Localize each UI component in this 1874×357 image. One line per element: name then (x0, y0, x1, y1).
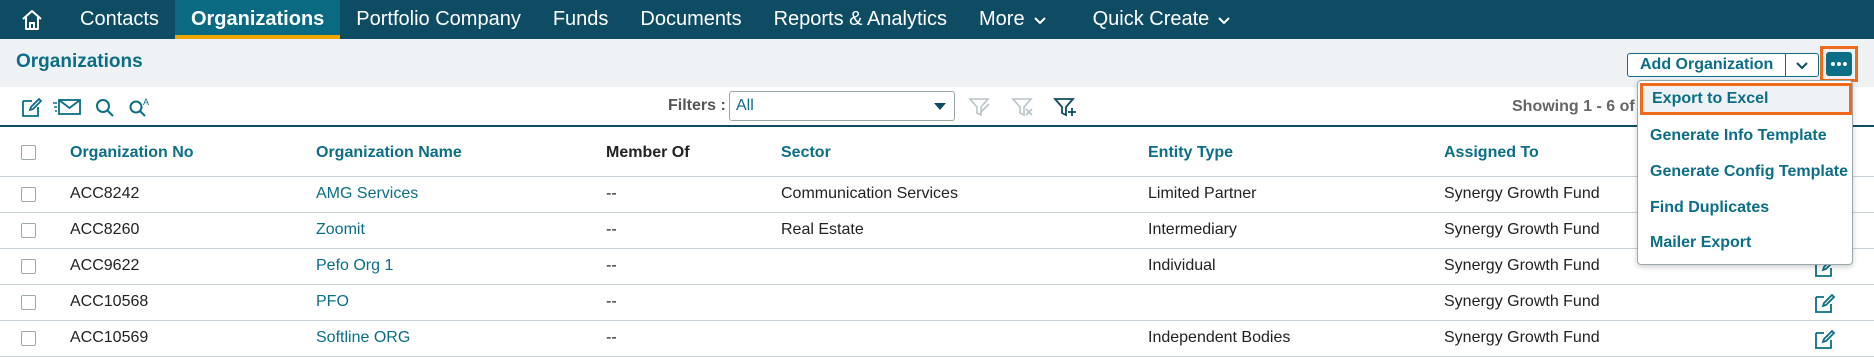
more-options-icon (1826, 52, 1852, 76)
organization-name-link[interactable]: Pefo Org 1 (316, 257, 393, 275)
email-list-icon[interactable] (52, 96, 82, 118)
nav-item-funds[interactable]: Funds (537, 0, 625, 39)
row-checkbox[interactable] (21, 223, 36, 238)
clear-filter-icon[interactable] (1011, 96, 1035, 118)
nav-item-reports-analytics[interactable]: Reports & Analytics (758, 0, 963, 39)
member-of: -- (606, 257, 617, 274)
add-organization-button-group: Add Organization (1627, 53, 1820, 77)
assigned-to: Synergy Growth Fund (1444, 185, 1600, 202)
organization-no: ACC10568 (70, 293, 149, 310)
list-toolbar: A Filters : All Showing 1 - 6 of 6 (0, 87, 1874, 127)
assigned-to: Synergy Growth Fund (1444, 257, 1600, 274)
add-filter-icon[interactable] (1053, 96, 1077, 118)
home-icon (22, 9, 42, 30)
table-header: Organization No Organization Name Member… (0, 129, 1874, 177)
nav-item-portfolio-company[interactable]: Portfolio Company (340, 0, 537, 39)
column-header-assigned-to[interactable]: Assigned To (1444, 144, 1539, 162)
member-of: -- (606, 221, 617, 238)
column-header-sector[interactable]: Sector (781, 144, 831, 162)
menu-item-export-to-excel[interactable]: Export to Excel (1640, 83, 1852, 115)
column-header-organization-name[interactable]: Organization Name (316, 144, 462, 162)
page-title: Organizations (16, 51, 143, 72)
column-header-entity-type[interactable]: Entity Type (1148, 144, 1233, 162)
svg-text:A: A (143, 97, 149, 107)
organization-no: ACC9622 (70, 257, 140, 274)
organization-name-link[interactable]: Softline ORG (316, 329, 410, 347)
edit-icon[interactable] (1813, 327, 1837, 351)
sector: Real Estate (781, 221, 864, 238)
edit-icon[interactable] (1813, 291, 1837, 315)
advanced-search-icon[interactable]: A (127, 96, 151, 118)
organization-no: ACC10569 (70, 329, 149, 346)
row-checkbox[interactable] (21, 331, 36, 346)
page-header: Organizations Add Organization (0, 39, 1874, 87)
nav-item-documents[interactable]: Documents (624, 0, 757, 39)
chevron-down-icon (1796, 62, 1809, 70)
menu-item-mailer-export[interactable]: Mailer Export (1638, 227, 1852, 259)
table-row: ACC8242 AMG Services -- Communication Se… (0, 177, 1874, 213)
add-organization-button[interactable]: Add Organization (1628, 54, 1787, 76)
nav-item-quick-create[interactable]: Quick Create (1077, 0, 1248, 39)
add-organization-dropdown-button[interactable] (1786, 54, 1818, 76)
organization-name-link[interactable]: PFO (316, 293, 349, 311)
menu-item-generate-info-template[interactable]: Generate Info Template (1638, 120, 1852, 152)
entity-type: Individual (1148, 257, 1216, 274)
table-row: ACC10569 Softline ORG -- Independent Bod… (0, 321, 1874, 357)
organization-no: ACC8242 (70, 185, 140, 202)
table-row: ACC9622 Pefo Org 1 -- Individual Synergy… (0, 249, 1874, 285)
menu-item-find-duplicates[interactable]: Find Duplicates (1638, 192, 1852, 224)
row-checkbox[interactable] (21, 295, 36, 310)
table-row: ACC10568 PFO -- Synergy Growth Fund (0, 285, 1874, 321)
filters-select[interactable]: All (729, 91, 955, 121)
search-icon[interactable] (93, 96, 117, 118)
chevron-down-icon (1033, 16, 1046, 24)
top-navigation: Contacts Organizations Portfolio Company… (0, 0, 1874, 39)
assigned-to: Synergy Growth Fund (1444, 329, 1600, 346)
filter-icon[interactable] (968, 96, 992, 118)
organization-name-link[interactable]: AMG Services (316, 185, 418, 203)
member-of: -- (606, 329, 617, 346)
nav-item-more[interactable]: More (963, 0, 1063, 39)
entity-type: Limited Partner (1148, 185, 1257, 202)
column-header-organization-no[interactable]: Organization No (70, 144, 194, 162)
pagination-summary: Showing 1 - 6 of 6 (1512, 98, 1642, 115)
entity-type: Intermediary (1148, 221, 1237, 238)
select-all-checkbox[interactable] (21, 145, 36, 160)
sector: Communication Services (781, 185, 958, 202)
organization-no: ACC8260 (70, 221, 140, 238)
row-checkbox[interactable] (21, 187, 36, 202)
member-of: -- (606, 185, 617, 202)
nav-item-organizations[interactable]: Organizations (174, 0, 341, 39)
row-checkbox[interactable] (21, 259, 36, 274)
assigned-to: Synergy Growth Fund (1444, 293, 1600, 310)
column-header-member-of: Member Of (606, 144, 690, 161)
home-button[interactable] (0, 0, 64, 39)
nav-item-contacts[interactable]: Contacts (64, 0, 175, 39)
filters-selected-value: All (736, 97, 754, 114)
edit-icon[interactable] (20, 96, 44, 118)
menu-item-generate-config-template[interactable]: Generate Config Template (1638, 156, 1852, 188)
more-options-menu: Export to Excel Generate Info Template G… (1637, 80, 1853, 265)
more-options-button[interactable] (1820, 46, 1858, 82)
chevron-down-icon (1218, 16, 1231, 24)
member-of: -- (606, 293, 617, 310)
filters-label: Filters : (668, 97, 726, 114)
assigned-to: Synergy Growth Fund (1444, 221, 1600, 238)
organization-name-link[interactable]: Zoomit (316, 221, 365, 239)
entity-type: Independent Bodies (1148, 329, 1291, 346)
caret-down-icon (934, 103, 946, 110)
table-row: ACC8260 Zoomit -- Real Estate Intermedia… (0, 213, 1874, 249)
